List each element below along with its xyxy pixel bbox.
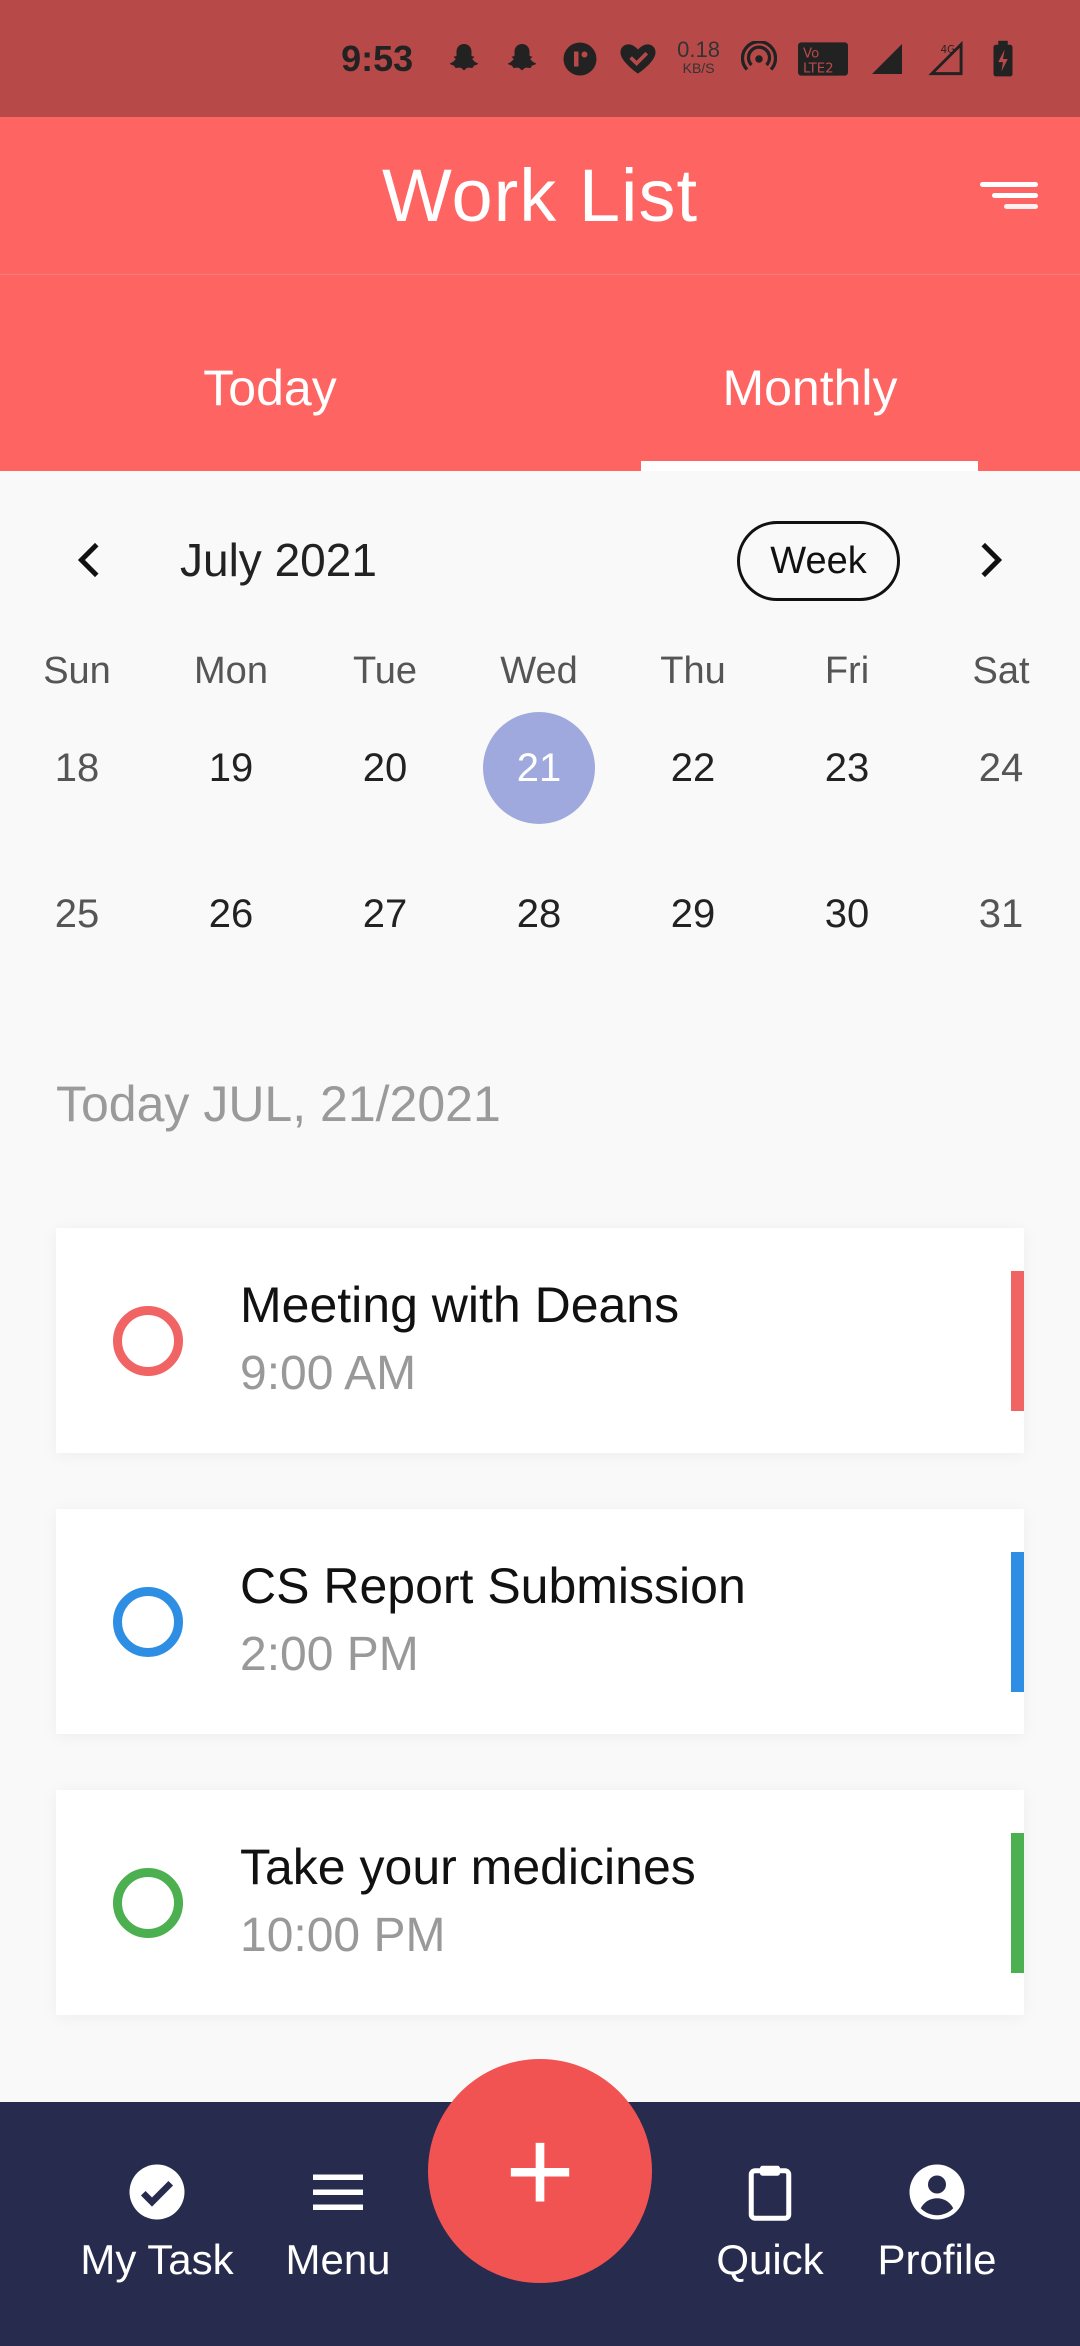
week-view-button[interactable]: Week	[737, 521, 900, 601]
status-bar: 9:53 0.18 KB/S Vo LTE2 4G	[0, 0, 1080, 117]
snapchat-icon	[503, 40, 541, 78]
hotspot-icon	[740, 40, 778, 78]
calendar-day-selected[interactable]: 21	[462, 712, 616, 824]
task-card[interactable]: Meeting with Deans 9:00 AM	[56, 1228, 1024, 1453]
calendar-day[interactable]: 25	[0, 859, 154, 969]
calendar-day[interactable]: 30	[770, 859, 924, 969]
app-icon	[561, 40, 599, 78]
task-name: CS Report Submission	[240, 1558, 746, 1614]
calendar-week-row: 18 19 20 21 22 23 24	[0, 712, 1080, 824]
task-name: Meeting with Deans	[240, 1277, 680, 1333]
task-name: Take your medicines	[240, 1839, 696, 1895]
task-card[interactable]: Take your medicines 10:00 PM	[56, 1790, 1024, 2015]
snapchat-icon	[445, 40, 483, 78]
account-circle-icon	[909, 2164, 965, 2220]
weekday-row: Sun Mon Tue Wed Thu Fri Sat	[0, 650, 1080, 700]
nav-menu[interactable]: Menu	[238, 2162, 438, 2284]
nav-label: My Task	[80, 2236, 234, 2283]
calendar-day[interactable]: 20	[308, 713, 462, 823]
calendar-day[interactable]: 31	[924, 859, 1078, 969]
task-time: 9:00 AM	[240, 1347, 417, 1400]
nav-profile[interactable]: Profile	[837, 2162, 1037, 2284]
add-icon: +	[504, 2104, 576, 2238]
calendar-day[interactable]: 29	[616, 859, 770, 969]
calendar-header: July 2021 Week	[0, 515, 1080, 605]
task-card[interactable]: CS Report Submission 2:00 PM	[56, 1509, 1024, 1734]
nav-label: Menu	[285, 2236, 391, 2283]
calendar-day[interactable]: 26	[154, 859, 308, 969]
weekday-label: Sat	[972, 650, 1030, 692]
tab-today[interactable]: Today	[0, 275, 540, 471]
tab-monthly[interactable]: Monthly	[540, 275, 1080, 471]
volte-icon: Vo LTE2	[798, 40, 848, 78]
app-header: Work List	[0, 117, 1080, 274]
heart-check-icon	[619, 40, 657, 78]
status-time: 9:53	[341, 37, 414, 79]
svg-text:Vo: Vo	[803, 46, 819, 61]
signal-icon	[868, 40, 906, 78]
date-heading: Today JUL, 21/2021	[56, 1076, 501, 1132]
weekday-label: Tue	[352, 650, 418, 692]
clipboard-icon	[748, 2165, 792, 2221]
signal-4g-icon: 4G	[926, 40, 964, 78]
task-color-bar	[1011, 1552, 1024, 1692]
tab-label: Today	[203, 360, 337, 416]
tab-bar: Today Monthly	[0, 275, 1080, 471]
page-title: Work List	[381, 154, 699, 237]
tab-label: Monthly	[722, 360, 898, 416]
calendar-day[interactable]: 22	[616, 713, 770, 823]
calendar-day[interactable]: 27	[308, 859, 462, 969]
weekday-label: Mon	[194, 650, 268, 692]
calendar-day[interactable]: 28	[462, 859, 616, 969]
add-task-button[interactable]: +	[428, 2059, 652, 2283]
task-color-bar	[1011, 1833, 1024, 1973]
check-circle-icon	[129, 2164, 185, 2220]
calendar-day[interactable]: 23	[770, 713, 924, 823]
weekday-label: Wed	[500, 650, 578, 692]
calendar-day[interactable]: 19	[154, 713, 308, 823]
nav-label: Profile	[877, 2236, 997, 2283]
task-status-circle[interactable]	[113, 1587, 183, 1657]
weekday-label: Sun	[43, 650, 111, 692]
weekday-label: Fri	[824, 650, 870, 692]
svg-text:4G: 4G	[941, 45, 956, 56]
weekday-label: Thu	[660, 650, 726, 692]
task-time: 2:00 PM	[240, 1628, 419, 1681]
chevron-right-icon[interactable]	[966, 537, 1012, 583]
tab-active-indicator	[641, 461, 978, 471]
task-time: 10:00 PM	[240, 1909, 446, 1962]
sort-menu-icon[interactable]	[980, 182, 1040, 212]
calendar-week-row: 25 26 27 28 29 30 31	[0, 859, 1080, 969]
task-color-bar	[1011, 1271, 1024, 1411]
chevron-left-icon[interactable]	[68, 537, 114, 583]
nav-my-task[interactable]: My Task	[57, 2162, 257, 2284]
task-status-circle[interactable]	[113, 1868, 183, 1938]
task-status-circle[interactable]	[113, 1306, 183, 1376]
calendar-month-label: July 2021	[180, 534, 377, 586]
svg-text:LTE2: LTE2	[803, 61, 834, 76]
hamburger-icon	[313, 2174, 363, 2210]
network-speed: 0.18 KB/S	[677, 36, 720, 76]
battery-charging-icon	[984, 40, 1022, 78]
calendar-day[interactable]: 18	[0, 713, 154, 823]
nav-label: Quick	[716, 2236, 824, 2283]
calendar-day[interactable]: 24	[924, 713, 1078, 823]
